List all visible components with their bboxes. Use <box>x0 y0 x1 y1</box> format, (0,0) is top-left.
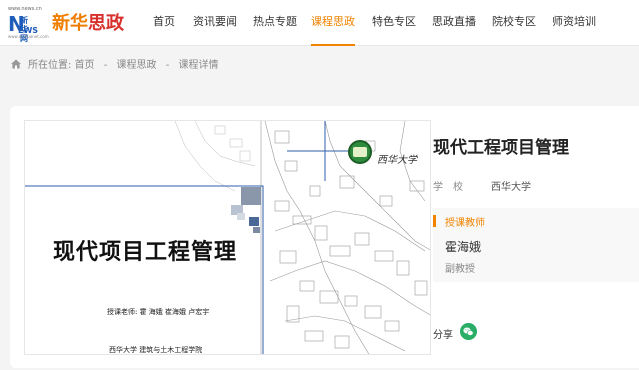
cover-university: 西华大学 <box>377 155 417 166</box>
teacher-heading: 授课教师 <box>445 218 485 229</box>
nav-special-zone[interactable]: 特色专区 <box>372 0 416 46</box>
home-icon <box>11 59 21 69</box>
cover-school: 西华大学 建筑与土木工程学院 <box>109 346 203 354</box>
logo-sub-url: www.xinhuanet.com <box>8 34 49 39</box>
course-cover-image: 西华大学 现代项目工程管理 授课老师: 霍 海娥 崔海娥 卢宏宇 西华大学 建筑… <box>24 120 431 355</box>
top-header: www.news.cn N 新华网 EWS www.xinhuanet.com … <box>0 0 639 46</box>
nav-news[interactable]: 资讯要闻 <box>193 0 237 46</box>
breadcrumb-separator: - <box>103 60 108 71</box>
nav-colleges[interactable]: 院校专区 <box>492 0 536 46</box>
school-value[interactable]: 西华大学 <box>491 178 531 193</box>
teacher-accent-bar <box>433 215 436 227</box>
nav-teacher-training[interactable]: 师资培训 <box>552 0 596 46</box>
logo-title-part2: 思政 <box>88 13 124 34</box>
teacher-panel: 授课教师 霍海娥 副教授 <box>433 208 639 282</box>
site-logo[interactable]: www.news.cn N 新华网 EWS www.xinhuanet.com … <box>8 6 132 43</box>
nav-course-ideology[interactable]: 课程思政 <box>311 0 355 46</box>
wechat-icon[interactable] <box>460 323 477 340</box>
nav-live[interactable]: 思政直播 <box>432 0 476 46</box>
breadcrumb-course-ideology[interactable]: 课程思政 <box>117 60 157 71</box>
nav-hot-topics[interactable]: 热点专题 <box>253 0 297 46</box>
logo-news-mark: N 新华网 EWS <box>8 12 38 43</box>
cover-teachers: 授课老师: 霍 海娥 崔海娥 卢宏宇 <box>107 308 210 316</box>
course-info: 现代工程项目管理 学校 西华大学 授课教师 霍海娥 副教授 分享 <box>433 106 639 368</box>
share-label: 分享 <box>433 330 453 341</box>
breadcrumb-prefix: 所在位置: <box>28 60 72 71</box>
teacher-title: 副教授 <box>445 264 475 275</box>
logo-title: 新华思政 <box>52 13 124 35</box>
breadcrumb: 所在位置: 首页 - 课程思政 - 课程详情 <box>10 58 219 74</box>
cover-title: 现代项目工程管理 <box>53 239 238 265</box>
breadcrumb-home[interactable]: 首页 <box>75 60 95 71</box>
university-seal-icon <box>348 140 372 164</box>
nav-home[interactable]: 首页 <box>153 0 175 46</box>
breadcrumb-current: 课程详情 <box>178 60 219 71</box>
school-label: 学校 <box>433 182 473 193</box>
course-title: 现代工程项目管理 <box>433 138 569 158</box>
logo-title-part1: 新华 <box>52 13 88 34</box>
breadcrumb-separator: - <box>165 60 170 71</box>
teacher-name[interactable]: 霍海娥 <box>445 238 481 255</box>
